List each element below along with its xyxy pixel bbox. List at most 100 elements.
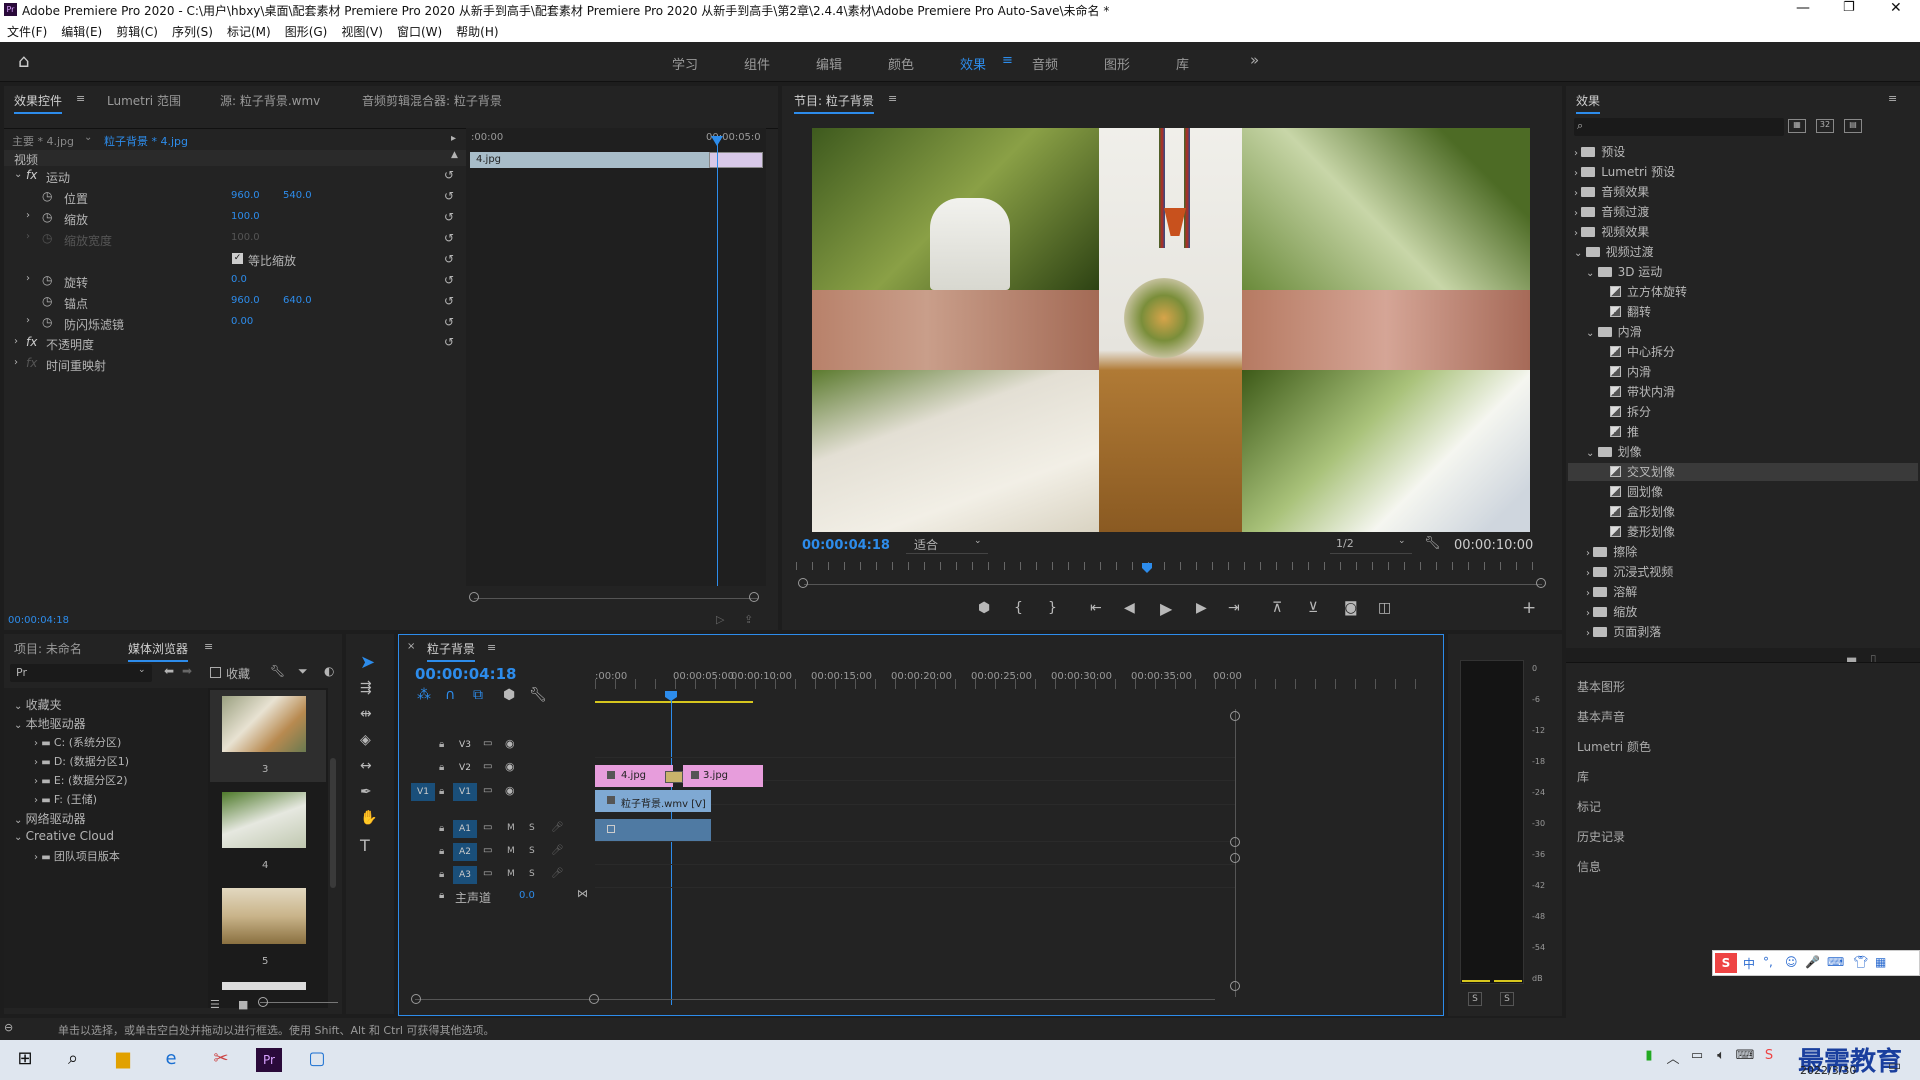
expand-icon[interactable]: › — [26, 315, 30, 326]
microphone-icon[interactable]: 🎤︎ — [551, 868, 564, 879]
menu-item[interactable]: 编辑(E) — [61, 25, 102, 39]
menu-item[interactable]: 帮助(H) — [456, 25, 498, 39]
eye-icon[interactable]: ◉ — [505, 760, 515, 773]
effect-item[interactable]: 翻转 — [1598, 303, 1651, 321]
solo-button[interactable]: S — [529, 846, 535, 856]
ime-toolbar[interactable]: S 中 °, ☺ 🎤 ⌨ 👕︎ ▦ — [1712, 950, 1920, 976]
fx-icon[interactable]: fx — [26, 168, 37, 182]
snipping-tool-icon[interactable]: ✂ — [208, 1048, 234, 1072]
panel-menu-icon[interactable]: ≡ — [1888, 92, 1897, 105]
sync-lock-icon[interactable]: ▭ — [483, 822, 492, 833]
expand-icon[interactable]: ⌄ — [14, 169, 22, 180]
chevron-down-icon[interactable]: ⌄ — [14, 832, 26, 843]
chevron-up-icon[interactable]: ︿ — [1660, 1048, 1686, 1072]
workspace-tab[interactable]: 编辑 — [816, 54, 842, 73]
chevron-right-icon[interactable]: › — [1574, 188, 1581, 199]
effects-folder[interactable]: ⌄ 划像 — [1586, 443, 1642, 461]
pen-tool-icon[interactable]: ✒ — [360, 784, 372, 800]
effect-controls-timecode[interactable]: 00:00:04:18 — [8, 615, 69, 626]
tab-effect-controls[interactable]: 效果控件 — [14, 92, 63, 114]
sogou-icon[interactable]: S — [1715, 953, 1737, 973]
solo-button[interactable]: S — [529, 823, 535, 833]
side-panel-tab[interactable]: Lumetri 颜色 — [1577, 738, 1651, 755]
tree-item[interactable]: ⌄ 本地驱动器 — [14, 715, 86, 732]
workspace-tab[interactable]: 学习 — [672, 54, 698, 73]
go-to-in-icon[interactable]: ⇤ — [1090, 600, 1102, 616]
minimize-icon[interactable]: — — [1796, 0, 1810, 16]
reset-icon[interactable]: ↺ — [444, 273, 454, 287]
reset-icon[interactable]: ↺ — [444, 189, 454, 203]
program-ruler[interactable] — [796, 562, 1548, 570]
menu-item[interactable]: 剪辑(C) — [116, 25, 158, 39]
expand-icon[interactable]: › — [26, 273, 30, 284]
selection-tool-icon[interactable]: ➤ — [360, 652, 375, 673]
filter-icon[interactable]: ⏷ — [298, 664, 308, 679]
effects-folder[interactable]: ⌄ 视频过渡 — [1574, 243, 1654, 261]
clock-date[interactable]: 2022/3/30 — [1800, 1064, 1856, 1077]
lock-icon[interactable]: 🔒︎ — [439, 739, 444, 750]
mark-out-icon[interactable]: } — [1048, 600, 1057, 616]
razor-tool-icon[interactable]: ◈ — [360, 732, 371, 748]
workspace-tab[interactable]: 颜色 — [888, 54, 914, 73]
tree-item[interactable]: ⌄ Creative Cloud — [14, 829, 114, 843]
menu-item[interactable]: 视图(V) — [341, 25, 383, 39]
ime-voice[interactable]: 🎤 — [1805, 955, 1820, 969]
compare-view-icon[interactable]: ◫ — [1378, 600, 1391, 616]
close-icon[interactable]: × — [407, 641, 415, 652]
effect-item[interactable]: 立方体旋转 — [1598, 283, 1687, 301]
effect-item[interactable]: 菱形划像 — [1598, 523, 1675, 541]
ime-chinese-mode[interactable]: 中 — [1743, 955, 1755, 972]
ime-keyboard[interactable]: ⌨ — [1827, 955, 1844, 969]
mute-button[interactable]: M — [507, 846, 515, 856]
track-target[interactable]: V2 — [453, 759, 477, 777]
export-icon[interactable]: ⇪ — [744, 613, 753, 626]
32bit-effects-icon[interactable]: 32 — [1816, 119, 1834, 133]
effect-item[interactable]: 内滑 — [1598, 363, 1651, 381]
track-target[interactable]: A1 — [453, 820, 477, 838]
effect-item[interactable]: 盒形划像 — [1598, 503, 1675, 521]
expand-icon[interactable]: › — [14, 357, 18, 368]
program-current-timecode[interactable]: 00:00:04:18 — [802, 538, 890, 553]
chevron-down-icon[interactable]: ⌄ — [1586, 448, 1598, 459]
mute-button[interactable]: M — [507, 869, 515, 879]
vertical-zoom-handle[interactable] — [1230, 711, 1240, 721]
reset-icon[interactable]: ↺ — [444, 315, 454, 329]
workspace-tab[interactable]: 图形 — [1104, 54, 1130, 73]
reset-icon[interactable]: ↺ — [444, 210, 454, 224]
side-panel-tab[interactable]: 信息 — [1577, 858, 1601, 875]
anchor-y-value[interactable]: 640.0 — [283, 295, 312, 306]
file-explorer-icon[interactable]: ▆ — [110, 1048, 136, 1072]
side-panel-tab[interactable]: 历史记录 — [1577, 828, 1625, 845]
effects-folder[interactable]: › 擦除 — [1586, 543, 1637, 561]
mute-button[interactable]: M — [507, 823, 515, 833]
windows-start-icon[interactable]: ⊞ — [12, 1048, 38, 1072]
tab-lumetri-scopes[interactable]: Lumetri 范围 — [107, 92, 181, 109]
master-volume-value[interactable]: 0.0 — [519, 890, 535, 901]
zoom-handle-right[interactable] — [589, 994, 599, 1004]
timeline-playhead[interactable] — [671, 699, 672, 1005]
timeline-timecode[interactable]: 00:00:04:18 — [415, 665, 517, 683]
lift-icon[interactable]: ⊼ — [1272, 600, 1282, 616]
zoom-handle-left[interactable] — [798, 578, 808, 588]
reset-icon[interactable]: ↺ — [444, 252, 454, 266]
chevron-down-icon[interactable]: ⌄ — [14, 701, 26, 712]
expand-icon[interactable]: › — [14, 336, 18, 347]
extract-icon[interactable]: ⊻ — [1308, 600, 1318, 616]
chevron-right-icon[interactable]: › — [1586, 548, 1593, 559]
panel-menu-icon[interactable]: ≡ — [487, 641, 496, 654]
program-monitor-title[interactable]: 节目: 粒子背景 — [794, 92, 874, 114]
clip-v1-background[interactable]: 粒子背景.wmv [V] — [595, 790, 711, 812]
chevron-down-icon[interactable]: ⌄ — [84, 132, 92, 143]
lock-icon[interactable]: 🔒︎ — [439, 890, 444, 901]
workspace-tab[interactable]: 库 — [1176, 54, 1189, 73]
maximize-icon[interactable]: ❐ — [1843, 0, 1855, 15]
tree-item[interactable]: › ▬ F: (王储) — [34, 791, 97, 807]
ime-taskbar-icon[interactable]: ⌨ — [1732, 1048, 1758, 1072]
scrollbar[interactable] — [330, 758, 336, 888]
battery-icon[interactable]: ▮ — [1636, 1048, 1662, 1072]
tab-source[interactable]: 源: 粒子背景.wmv — [220, 92, 320, 109]
effect-item[interactable]: 中心拆分 — [1598, 343, 1675, 361]
workspace-tab[interactable]: 效果 — [960, 54, 986, 73]
home-icon[interactable]: ⌂ — [18, 51, 29, 72]
tree-item[interactable]: ⌄ 收藏夹 — [14, 696, 62, 713]
